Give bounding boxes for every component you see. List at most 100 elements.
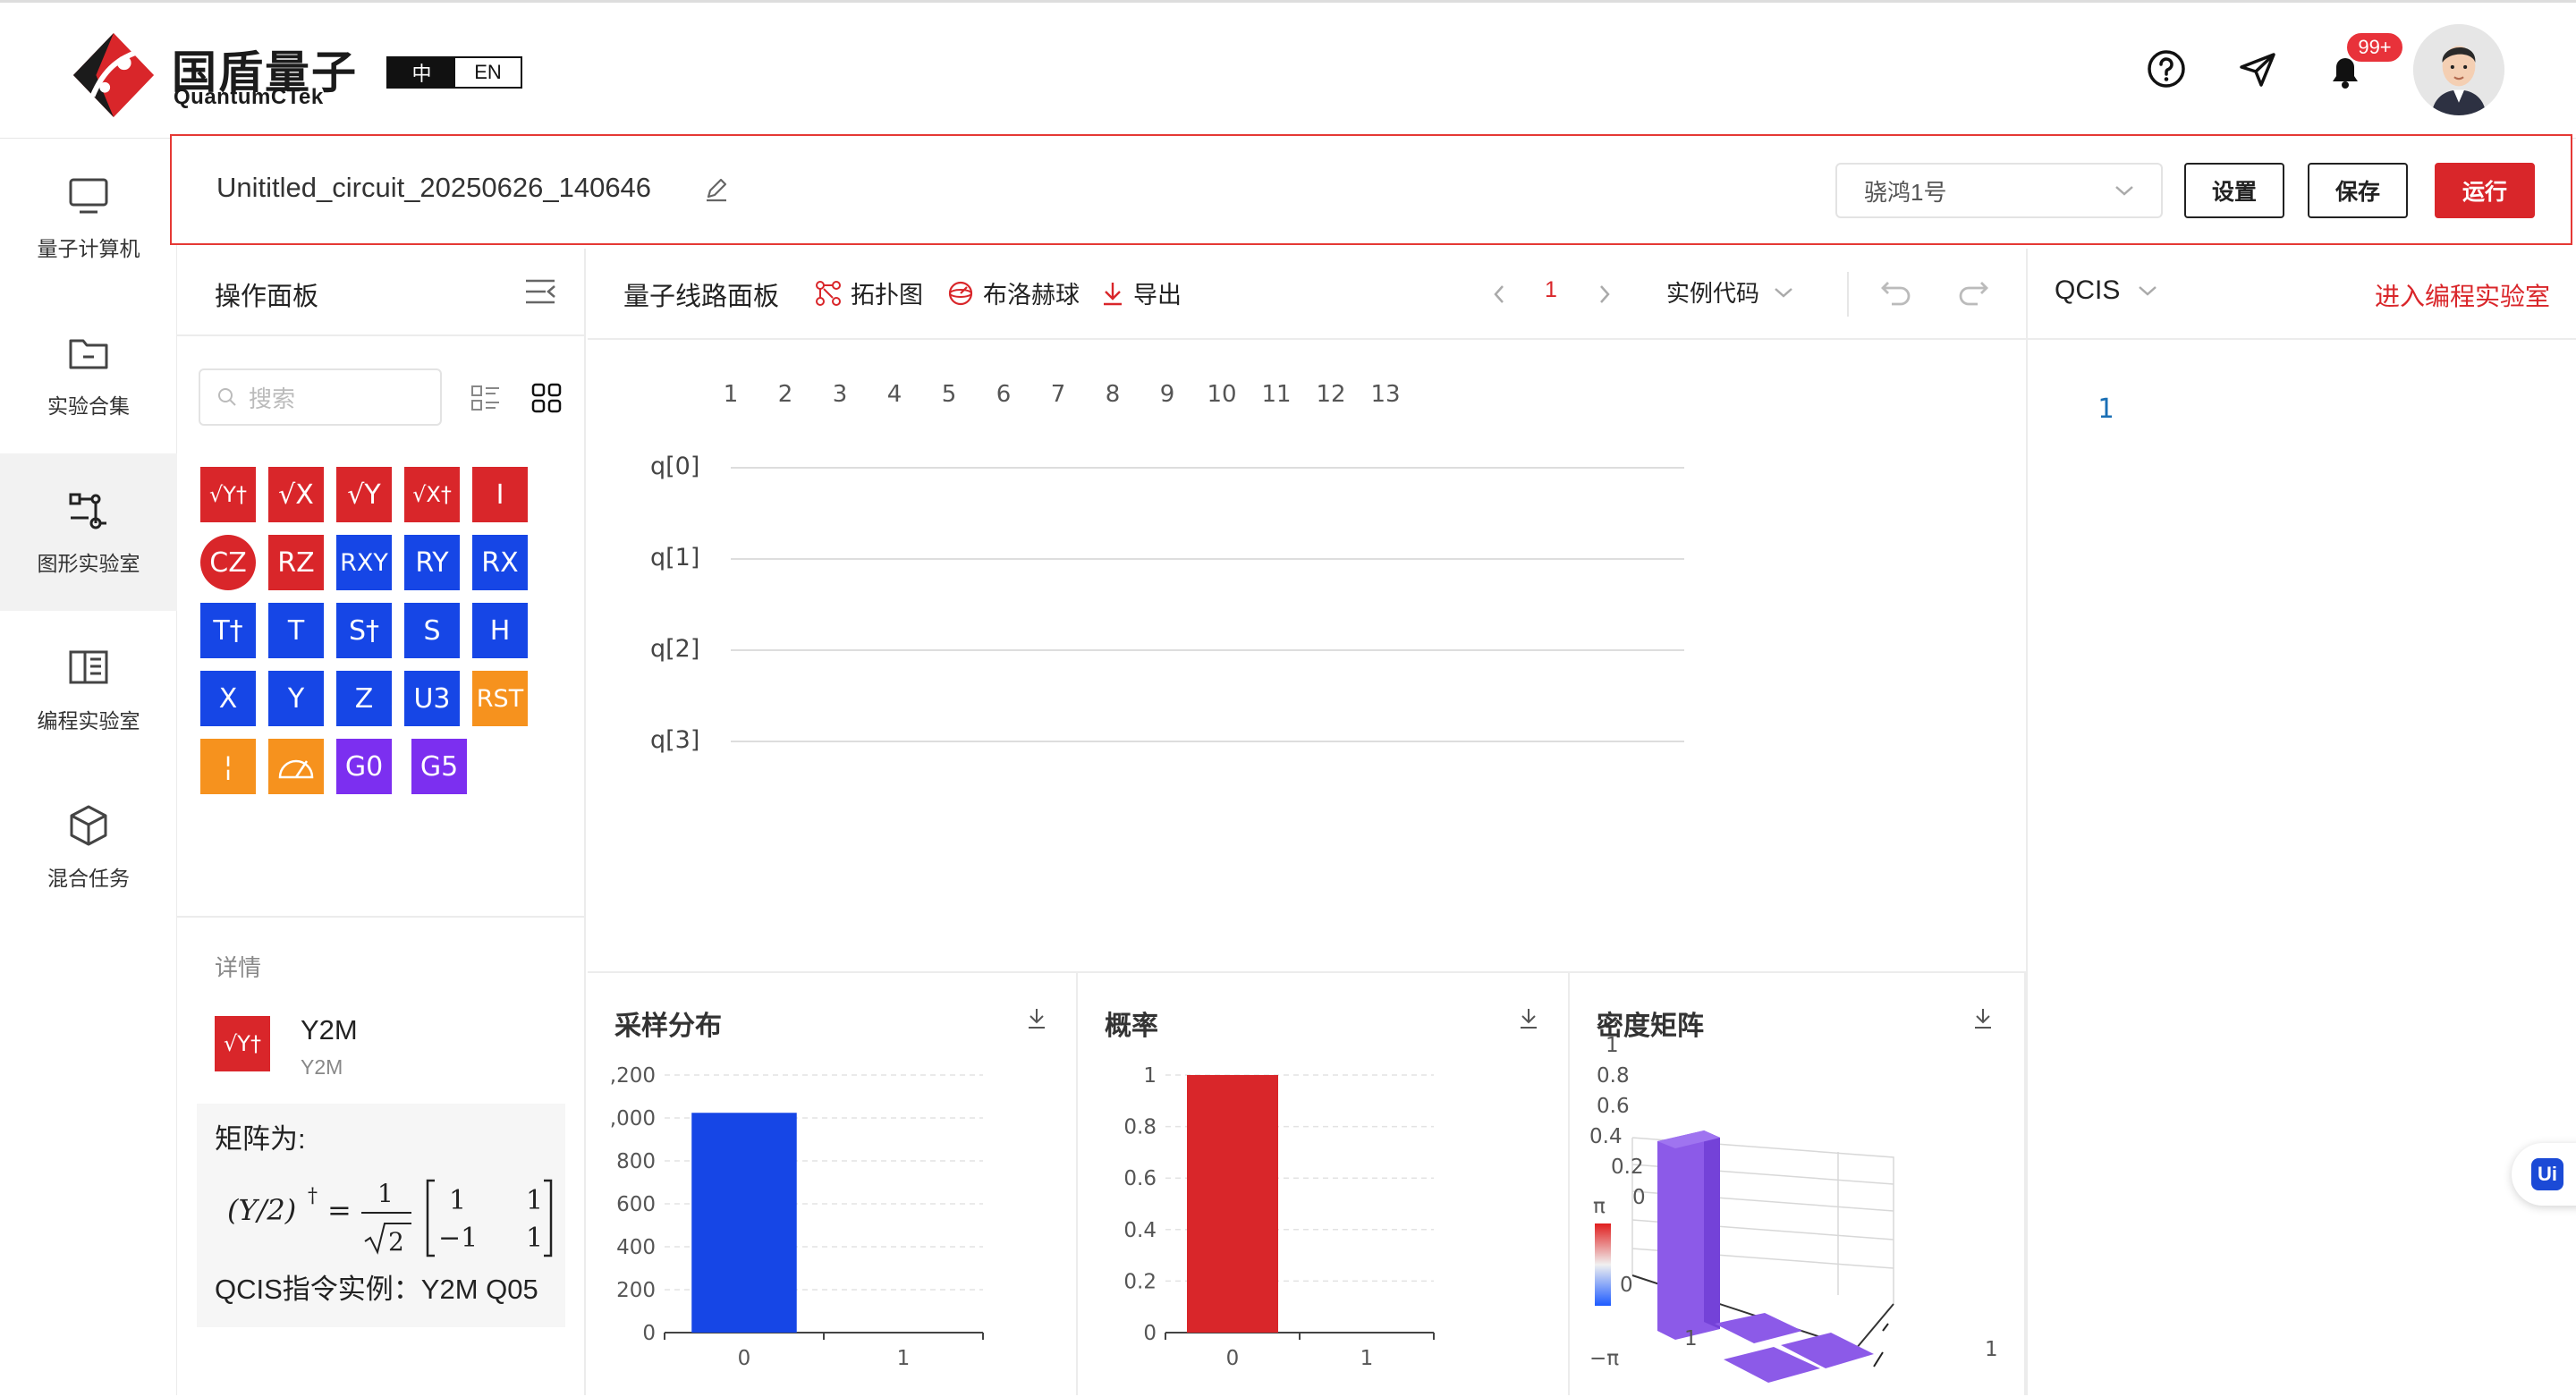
gate-button[interactable]: T† xyxy=(200,603,256,658)
gate-button[interactable]: CZ xyxy=(200,535,256,590)
colorbar xyxy=(1595,1223,1611,1306)
grid-view-icon[interactable] xyxy=(531,383,562,413)
gate-button[interactable]: √X† xyxy=(404,467,460,522)
gate-button[interactable]: √X xyxy=(268,467,324,522)
settings-button[interactable]: 设置 xyxy=(2184,163,2284,218)
column-number: 4 xyxy=(886,381,902,408)
qubit-line[interactable] xyxy=(731,467,1684,469)
column-number: 13 xyxy=(1370,381,1401,408)
monitor-icon xyxy=(69,178,108,214)
gate-button[interactable]: RXY xyxy=(336,535,392,590)
next-page-icon[interactable] xyxy=(1597,283,1613,306)
redo-icon[interactable] xyxy=(1956,277,1990,308)
x-tick-label: 1 xyxy=(897,1347,911,1370)
bloch-button[interactable]: 布洛赫球 xyxy=(947,275,1080,310)
gate-button[interactable]: Z xyxy=(336,671,392,726)
gate-button[interactable]: S† xyxy=(336,603,392,658)
y-tick-label: 200 xyxy=(616,1279,656,1302)
gate-button[interactable]: G5 xyxy=(411,739,467,794)
qubit-label: q[2] xyxy=(650,635,700,663)
sidebar-item-programming-lab[interactable]: 编程实验室 xyxy=(0,611,177,768)
detail-gate-icon: √Y† xyxy=(215,1016,270,1071)
y-tick-label: 0.6 xyxy=(1123,1167,1157,1190)
gate-button[interactable]: RY xyxy=(404,535,460,590)
column-number: 5 xyxy=(941,381,957,408)
code-editor[interactable] xyxy=(2028,340,2576,1395)
search-icon xyxy=(218,388,236,406)
gate-button[interactable]: I xyxy=(472,467,528,522)
gate-button[interactable]: G0 xyxy=(336,739,392,794)
topology-icon xyxy=(816,280,841,306)
gate-button[interactable]: H xyxy=(472,603,528,658)
sidebar-item-label: 编程实验室 xyxy=(37,709,140,732)
gate-button[interactable]: ¦ xyxy=(200,739,256,794)
gate-palette: √Y† √X √Y √X† I CZ RZ RXY RY RX T† T S† S H X Y Z U3 RST ¦ G0… xyxy=(200,467,576,816)
logo-text-en: QuantumCTek xyxy=(174,85,324,109)
export-button[interactable]: 导出 xyxy=(1101,275,1182,310)
svg-text:1: 1 xyxy=(526,1223,543,1254)
operations-panel: 操作面板 搜索 √Y† √X √Y √X† I CZ RZ RXY RY RX T† T S† S H X Y Z… xyxy=(177,249,586,1395)
ui-assistant-icon: Ui xyxy=(2531,1158,2563,1190)
svg-text:(Y/2): (Y/2) xyxy=(227,1193,296,1227)
run-button[interactable]: 运行 xyxy=(2435,163,2535,218)
language-switch[interactable]: 中 EN xyxy=(386,56,522,89)
topology-button[interactable]: 拓扑图 xyxy=(815,275,923,310)
sidebar-item-quantum-computer[interactable]: 量子计算机 xyxy=(0,139,177,296)
svg-text:†: † xyxy=(308,1185,318,1207)
matrix-label: 矩阵为: xyxy=(215,1123,306,1155)
column-number: 12 xyxy=(1316,381,1346,408)
gate-button[interactable]: Y xyxy=(268,671,324,726)
example-code-select[interactable]: 实例代码 xyxy=(1666,275,1793,309)
device-select[interactable]: 骁鸿1号 xyxy=(1835,163,2163,218)
download-icon[interactable] xyxy=(1970,1005,1996,1030)
gate-button[interactable]: RST xyxy=(472,671,528,726)
lang-en-option[interactable]: EN xyxy=(455,58,521,87)
sidebar-item-experiments[interactable]: 实验合集 xyxy=(0,296,177,453)
svg-text:1: 1 xyxy=(526,1185,543,1216)
edit-icon[interactable] xyxy=(703,175,730,202)
column-number: 6 xyxy=(996,381,1012,408)
help-icon[interactable] xyxy=(2145,47,2188,90)
column-number: 1 xyxy=(723,381,739,408)
gate-button[interactable]: T xyxy=(268,603,324,658)
gate-button[interactable]: √Y† xyxy=(200,467,256,522)
gate-details: 详情 √Y† Y2M Y2M 矩阵为: (Y/2) † = 1 2 1 1 −1… xyxy=(177,916,586,1395)
qubit-line[interactable] xyxy=(731,558,1684,560)
gate-button[interactable] xyxy=(268,739,324,794)
x-tick-label: 1 xyxy=(1360,1347,1374,1370)
ui-assistant-button[interactable]: Ui xyxy=(2512,1143,2576,1206)
avatar[interactable] xyxy=(2413,24,2504,115)
lang-zh-option[interactable]: 中 xyxy=(388,58,455,87)
sidebar-item-graphic-lab[interactable]: 图形实验室 xyxy=(0,453,177,611)
prev-page-icon[interactable] xyxy=(1491,283,1507,306)
gate-button[interactable]: RZ xyxy=(268,535,324,590)
qubit-line[interactable] xyxy=(731,649,1684,651)
list-view-icon[interactable] xyxy=(470,383,501,413)
gate-button[interactable]: X xyxy=(200,671,256,726)
gate-search-input[interactable]: 搜索 xyxy=(199,368,442,426)
undo-icon[interactable] xyxy=(1879,277,1913,308)
sidebar: 量子计算机 实验合集 图形实验室 编程实验室 混合任务 xyxy=(0,139,177,1395)
qubit-label: q[1] xyxy=(650,544,700,572)
z-tick-label: 0.4 xyxy=(1589,1125,1623,1148)
y-tick-label: 0 xyxy=(1143,1322,1157,1345)
z-tick-label: 0.6 xyxy=(1597,1095,1630,1118)
x-tick-label: 0 xyxy=(738,1347,751,1370)
gate-button[interactable]: RX xyxy=(472,535,528,590)
y-tick-label: 0.2 xyxy=(1123,1270,1157,1293)
enter-programming-lab-link[interactable]: 进入编程实验室 xyxy=(2375,277,2550,313)
save-button[interactable]: 保存 xyxy=(2308,163,2408,218)
gate-button[interactable]: U3 xyxy=(404,671,460,726)
language-select[interactable]: QCIS xyxy=(2055,275,2157,306)
sampling-chart: 0 200 400 600 800 ,000 ,200 0 1 xyxy=(610,1064,984,1370)
circuit-panel-header: 量子线路面板 拓扑图 布洛赫球 导出 1 实例代码 xyxy=(588,249,2026,340)
gate-button[interactable]: S xyxy=(404,603,460,658)
svg-text:1: 1 xyxy=(377,1179,394,1208)
sidebar-item-hybrid-tasks[interactable]: 混合任务 xyxy=(0,768,177,926)
gate-button[interactable]: √Y xyxy=(336,467,392,522)
collapse-menu-icon[interactable] xyxy=(524,277,556,306)
send-icon[interactable] xyxy=(2236,47,2279,90)
y-tick-label: ,000 xyxy=(610,1107,656,1130)
axis-label: 0 xyxy=(1620,1274,1633,1297)
qubit-line[interactable] xyxy=(731,741,1684,742)
